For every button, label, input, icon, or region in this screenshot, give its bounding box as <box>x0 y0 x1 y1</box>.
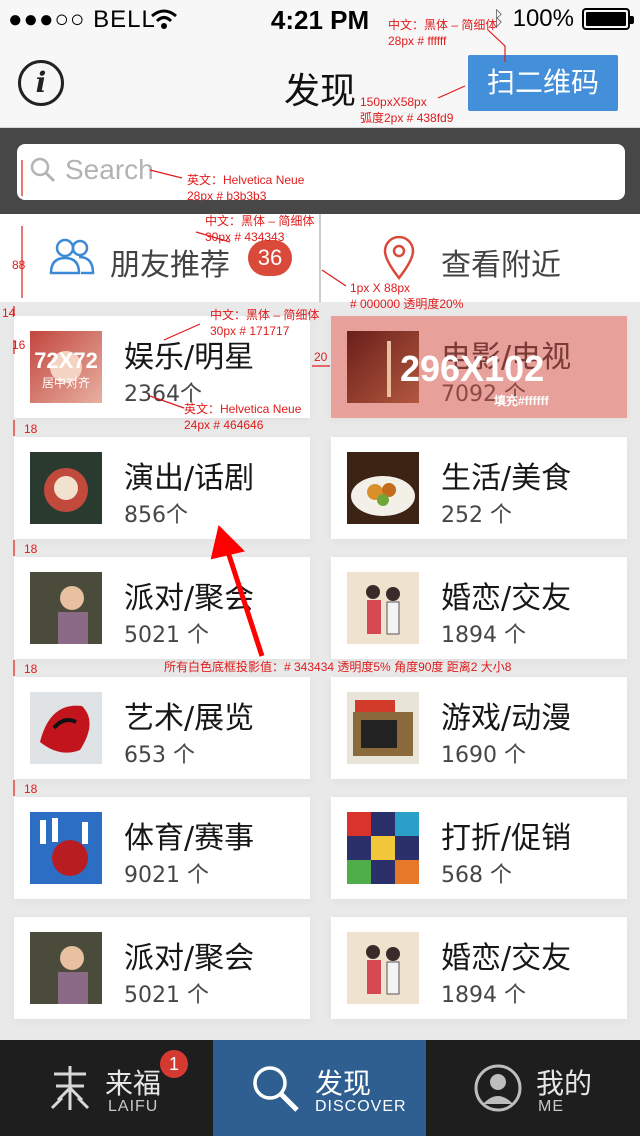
tab-me-label: 我的 <box>536 1067 593 1100</box>
user-avatar-icon <box>474 1064 522 1116</box>
sports-thumbnail <box>30 812 102 884</box>
anno-qr-dims: 150pxX58px <box>360 95 427 109</box>
tab-bar: 来福 LAIFU 1 发现 DISCOVER 我的 ME <box>0 1040 640 1136</box>
notification-badge: 1 <box>158 1048 190 1080</box>
nearby-label: 查看附近 <box>441 248 561 283</box>
discount-thumbnail <box>347 812 419 884</box>
tab-me[interactable]: 我的 ME <box>426 1040 640 1136</box>
card-count: 5021 个 <box>124 983 209 1008</box>
card-count: 1690 个 <box>441 743 526 768</box>
category-card-art[interactable]: 艺术/展览 653 个 <box>14 677 310 779</box>
status-right: ᛒ 100% <box>493 5 634 33</box>
party-thumbnail <box>30 572 102 644</box>
location-pin-icon <box>383 235 415 284</box>
anno-seg-font: 中文：黑体 – 简细体 <box>205 214 315 228</box>
card-title: 打折/促销 <box>441 821 572 856</box>
segment-control: 朋友推荐 36 查看附近 <box>0 214 640 302</box>
anno-card-dims: 296X102 <box>400 348 545 389</box>
card-title: 演出/话剧 <box>124 461 255 496</box>
card-title: 体育/赛事 <box>124 821 255 856</box>
anno-divider-dims: 1px X 88px <box>350 281 411 295</box>
tab-discover-sub: DISCOVER <box>315 1098 407 1115</box>
anno-margin-18b: 18 <box>24 542 38 556</box>
card-count: 1894 个 <box>441 623 526 648</box>
anno-margin-18c: 18 <box>24 662 38 676</box>
card-title: 派对/聚会 <box>124 941 255 976</box>
card-count: 568 个 <box>441 863 512 888</box>
card-count: 252 个 <box>441 503 512 528</box>
anno-seg-size: 30px # 434343 <box>205 230 285 244</box>
tab-me-sub: ME <box>538 1098 564 1115</box>
category-card-performance[interactable]: 演出/话剧 856个 <box>14 437 310 539</box>
card-title: 婚恋/交友 <box>441 941 572 976</box>
category-card-food[interactable]: 生活/美食 252 个 <box>331 437 627 539</box>
performance-thumbnail <box>30 452 102 524</box>
tab-laifu[interactable]: 来福 LAIFU 1 <box>0 1040 213 1136</box>
search-input[interactable]: Search <box>17 144 625 200</box>
battery-icon <box>582 8 634 30</box>
card-title: 派对/聚会 <box>124 581 255 616</box>
category-card-discount[interactable]: 打折/促销 568 个 <box>331 797 627 899</box>
category-card-games[interactable]: 游戏/动漫 1690 个 <box>331 677 627 779</box>
category-card-party-2[interactable]: 派对/聚会 5021 个 <box>14 917 310 1019</box>
card-title: 游戏/动漫 <box>441 701 572 736</box>
anno-margin-18d: 18 <box>24 782 38 796</box>
tab-discover[interactable]: 发现 DISCOVER <box>213 1040 426 1136</box>
anno-margin-88: 88 <box>12 258 26 272</box>
tab-laifu-sub: LAIFU <box>108 1098 159 1115</box>
people-icon <box>48 236 96 280</box>
anno-thumb-dims: 72X72 <box>34 348 98 373</box>
card-count: 856个 <box>124 503 188 528</box>
card-title: 婚恋/交友 <box>441 581 572 616</box>
card-count: 653 个 <box>124 743 195 768</box>
anno-search-font: 英文：Helvetica Neue <box>187 173 305 187</box>
party-thumbnail <box>30 932 102 1004</box>
card-title: 娱乐/明星 <box>124 340 255 375</box>
art-thumbnail <box>30 692 102 764</box>
anno-title-font: 中文：黑体 – 简细体 <box>210 308 320 322</box>
anno-thumb-align: 居中对齐 <box>41 376 90 390</box>
battery-percent: 100% <box>512 5 574 32</box>
anno-count-font: 英文：Helvetica Neue <box>184 402 302 416</box>
anno-margin-20: 20 <box>314 350 328 364</box>
anno-qr-font: 中文：黑体 – 简细体 <box>388 18 498 32</box>
search-icon <box>29 156 57 184</box>
status-bar: ●●●○○ BELL 4:21 PM ᛒ 100% <box>0 0 640 40</box>
anno-margin-18a: 18 <box>24 422 38 436</box>
category-card-party[interactable]: 派对/聚会 5021 个 <box>14 557 310 659</box>
anno-divider-color: # 000000 透明度20% <box>350 297 464 311</box>
card-count: 5021 个 <box>124 623 209 648</box>
nav-bar: i 发现 扫二维码 <box>0 40 640 128</box>
category-card-sports[interactable]: 体育/赛事 9021 个 <box>14 797 310 899</box>
anno-card-fill: 填充#ffffff <box>494 394 549 408</box>
anno-qr-radius: 弧度2px # 438fd9 <box>360 111 454 125</box>
anno-margin-14: 14 <box>2 306 16 320</box>
games-thumbnail <box>347 692 419 764</box>
scan-qr-button[interactable]: 扫二维码 <box>468 55 618 111</box>
dating-thumbnail <box>347 572 419 644</box>
card-title: 生活/美食 <box>441 461 572 496</box>
anno-margin-16: 16 <box>12 338 26 352</box>
category-card-dating[interactable]: 婚恋/交友 1894 个 <box>331 557 627 659</box>
card-count: 1894 个 <box>441 983 526 1008</box>
card-title: 艺术/展览 <box>124 701 255 736</box>
anno-shadow-note: 所有白色底框投影值：# 343434 透明度5% 角度90度 距离2 大小8 <box>164 660 512 674</box>
anno-search-size: 28px # b3b3b3 <box>187 189 267 203</box>
friend-count-badge: 36 <box>248 240 292 276</box>
anno-count-size: 24px # 464646 <box>184 418 264 432</box>
magnifier-icon <box>249 1062 301 1118</box>
laifu-logo-icon <box>48 1064 92 1116</box>
anno-title-size: 30px # 171717 <box>210 324 290 338</box>
tab-laifu-label: 来福 <box>105 1067 162 1100</box>
food-thumbnail <box>347 452 419 524</box>
category-card-dating-2[interactable]: 婚恋/交友 1894 个 <box>331 917 627 1019</box>
friend-recommend-label: 朋友推荐 <box>110 248 230 283</box>
card-count: 9021 个 <box>124 863 209 888</box>
dating-thumbnail <box>347 932 419 1004</box>
anno-qr-size: 28px # ffffff <box>388 34 447 48</box>
tab-discover-label: 发现 <box>315 1067 372 1100</box>
search-placeholder: Search <box>65 154 154 185</box>
search-bar: Search <box>0 128 640 214</box>
